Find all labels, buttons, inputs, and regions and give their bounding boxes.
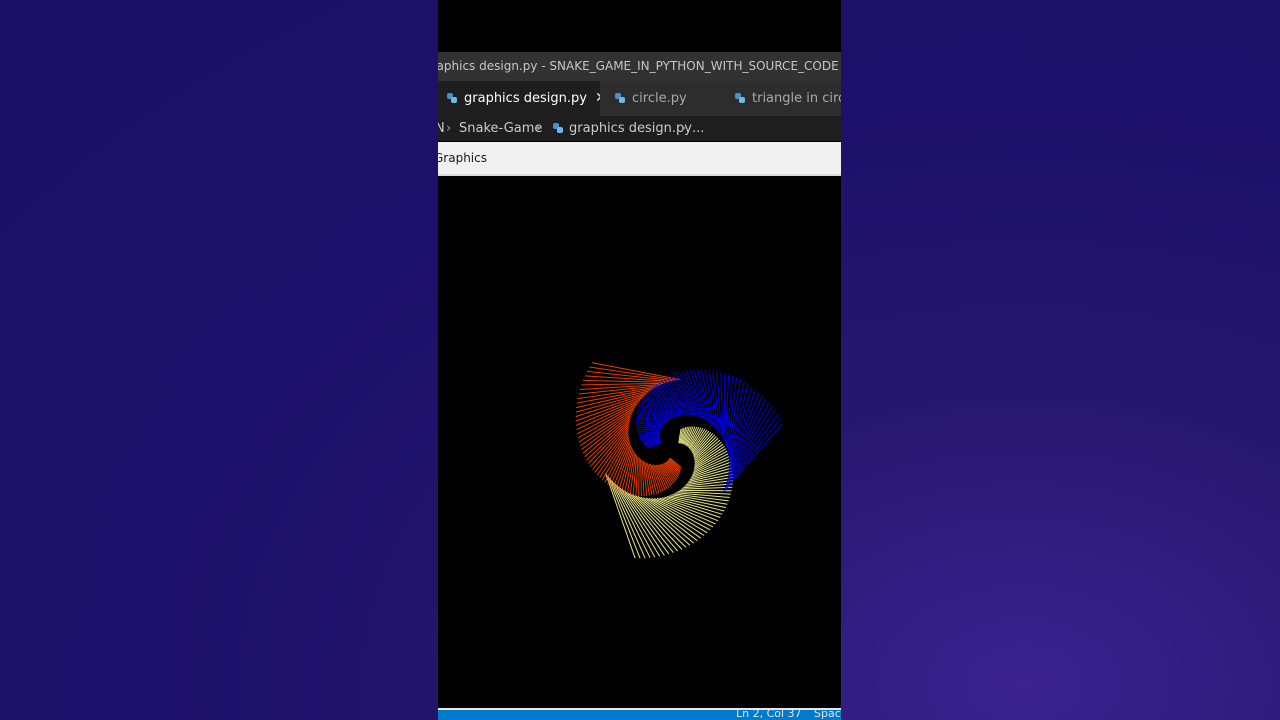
tab-circle[interactable]: circle.py — [600, 81, 732, 116]
spiral-line — [638, 457, 640, 497]
python-icon — [447, 92, 457, 103]
spiral-line — [607, 439, 630, 485]
turtle-window-title: Graphics — [438, 151, 487, 165]
video-frame: graphics design.py - SNAKE_GAME_IN_PYTHO… — [438, 0, 841, 720]
spiral-line — [640, 459, 642, 497]
spiral-line — [669, 495, 727, 509]
spiral-line — [596, 430, 629, 476]
spiral-line — [575, 391, 649, 413]
breadcrumb-file[interactable]: graphics design.py — [569, 116, 692, 141]
spiral-graphic — [575, 362, 784, 559]
chevron-right-icon: › — [681, 121, 687, 136]
status-bar: Ln 2, Col 37 Spaces: 4 — [438, 708, 841, 720]
indentation-status[interactable]: Spaces: 4 — [814, 710, 841, 720]
breadcrumb-folder[interactable]: Snake-Game — [459, 116, 542, 141]
cursor-position[interactable]: Ln 2, Col 37 — [736, 710, 802, 720]
chevron-right-icon: › — [446, 121, 452, 136]
turtle-window-titlebar: Graphics — [438, 142, 841, 176]
spiral-line — [704, 369, 718, 431]
tab-label: circle.py — [632, 91, 687, 106]
spiral-arm — [575, 362, 682, 497]
window-titlebar: graphics design.py - SNAKE_GAME_IN_PYTHO… — [438, 52, 841, 81]
tab-graphics-design[interactable]: graphics design.py✕ — [438, 81, 607, 116]
editor-tabs: graphics design.py✕ circle.py triangle i… — [438, 81, 841, 116]
tab-label: graphics design.py — [464, 91, 587, 106]
python-icon — [735, 92, 745, 103]
tab-triangle-in-circle[interactable]: triangle in circle.py — [720, 81, 841, 116]
turtle-canvas — [438, 176, 841, 708]
breadcrumb: N › Snake-Game › graphics design.py › ..… — [438, 116, 841, 141]
spiral-line — [616, 484, 661, 557]
spiral-line — [607, 475, 641, 559]
chevron-right-icon: › — [536, 121, 542, 136]
python-icon — [553, 123, 563, 133]
breadcrumb-root[interactable]: N — [438, 116, 445, 141]
spiral-line — [723, 373, 726, 442]
spiral-line — [727, 379, 741, 452]
spiral-line — [636, 430, 661, 432]
python-icon — [615, 92, 625, 103]
breadcrumb-more[interactable]: ... — [692, 116, 704, 141]
tab-label: triangle in circle.py — [752, 91, 841, 106]
window-title: graphics design.py - SNAKE_GAME_IN_PYTHO… — [438, 59, 841, 73]
